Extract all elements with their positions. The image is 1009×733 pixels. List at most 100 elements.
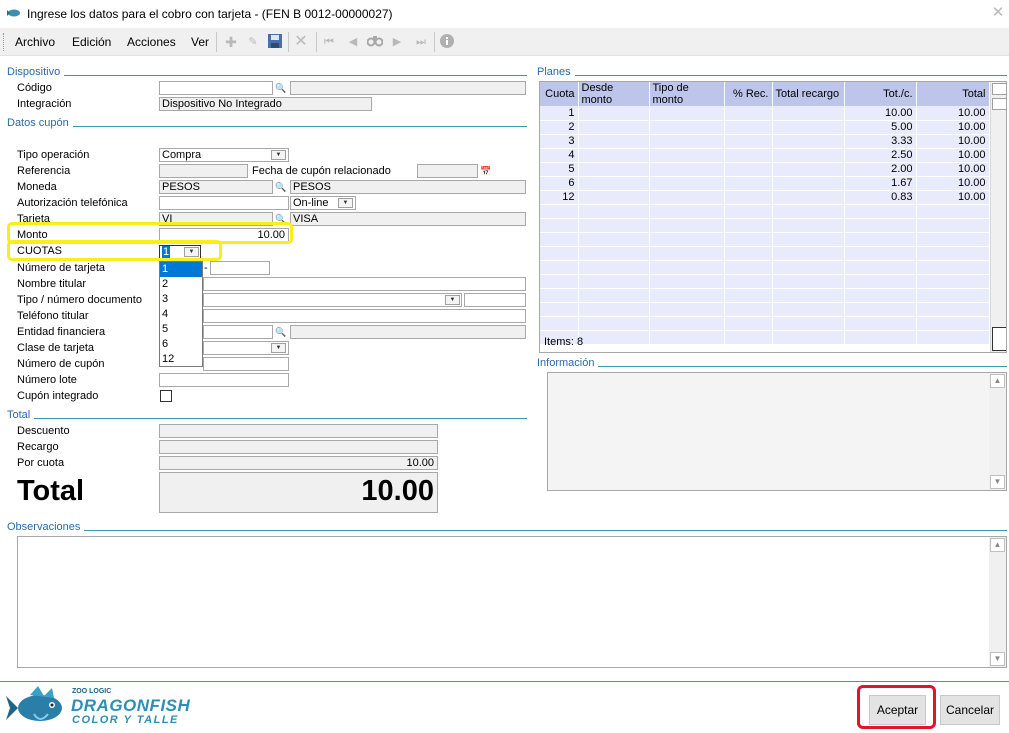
cuotas-option[interactable]: 1	[160, 262, 202, 277]
planes-grid[interactable]: Cuota Desde monto Tipo de monto % Rec. T…	[539, 81, 1007, 353]
table-row[interactable]	[540, 218, 990, 233]
cuotas-dropdown-list[interactable]: 1 2 3 4 5 6 12	[159, 261, 203, 367]
table-row[interactable]: 4 2.50 10.00	[540, 148, 990, 163]
col-porcentaje-recargo[interactable]: % Rec.	[724, 82, 773, 106]
table-cell	[578, 134, 650, 149]
numero-tarjeta-suffix-input[interactable]	[210, 261, 270, 275]
table-row[interactable]	[540, 302, 990, 317]
search-binoculars-icon[interactable]	[366, 33, 384, 51]
clase-tarjeta-dropdown-icon[interactable]: ▼	[271, 343, 286, 353]
table-row[interactable]	[540, 288, 990, 303]
next-record-icon[interactable]: ▶	[388, 33, 406, 51]
table-row[interactable]	[540, 330, 990, 345]
table-row[interactable]	[540, 246, 990, 261]
table-row[interactable]: 3 3.33 10.00	[540, 134, 990, 149]
section-planes: Planes	[537, 66, 1007, 80]
table-cell	[724, 134, 773, 149]
table-row[interactable]: 2 5.00 10.00	[540, 120, 990, 135]
table-row[interactable]	[540, 232, 990, 247]
col-cuota[interactable]: Cuota	[540, 82, 579, 106]
moneda-input[interactable]: PESOS	[159, 180, 273, 194]
table-row[interactable]	[540, 204, 990, 219]
info-icon[interactable]	[438, 33, 456, 51]
informacion-scrollbar[interactable]: ▲ ▼	[989, 373, 1006, 490]
table-row[interactable]: 6 1.67 10.00	[540, 176, 990, 191]
codigo-input[interactable]	[159, 81, 273, 95]
cuotas-option[interactable]: 6	[160, 337, 202, 352]
table-row[interactable]	[540, 274, 990, 289]
calendar-icon[interactable]: 📅	[479, 164, 493, 178]
referencia-input[interactable]	[159, 164, 248, 178]
col-total[interactable]: Total	[916, 82, 990, 106]
delete-icon[interactable]: ✕	[292, 33, 310, 51]
cancelar-button[interactable]: Cancelar	[940, 695, 1000, 725]
table-cell	[916, 218, 990, 233]
cupon-integrado-checkbox[interactable]	[160, 390, 172, 402]
tipo-operacion-dropdown-icon[interactable]: ▼	[271, 150, 286, 160]
autorizacion-dropdown-icon[interactable]: ▼	[338, 198, 353, 208]
scroll-up-icon[interactable]: ▲	[990, 538, 1005, 552]
tipo-operacion-select[interactable]: Compra	[159, 148, 289, 162]
numero-cupon-input[interactable]	[203, 357, 289, 371]
informacion-textarea[interactable]: ▲ ▼	[547, 372, 1007, 491]
first-record-icon[interactable]: ⏮	[320, 33, 338, 51]
col-tipo-monto[interactable]: Tipo de monto	[649, 82, 725, 106]
cuotas-option[interactable]: 3	[160, 292, 202, 307]
telefono-input[interactable]	[203, 309, 526, 323]
entidad-search-icon[interactable]: 🔍	[274, 325, 288, 339]
codigo-search-icon[interactable]: 🔍	[274, 81, 288, 95]
table-cell	[844, 316, 917, 331]
table-cell	[578, 260, 650, 275]
menu-acciones[interactable]: Acciones	[127, 35, 176, 49]
numero-tarjeta-label: Número de tarjeta	[17, 262, 106, 274]
planes-scroll-thumb[interactable]	[992, 327, 1006, 351]
observaciones-scrollbar[interactable]: ▲ ▼	[989, 537, 1006, 667]
previous-record-icon[interactable]: ◀	[344, 33, 362, 51]
table-cell: 0.83	[844, 190, 917, 205]
menu-edicion[interactable]: Edición	[72, 35, 111, 49]
planes-scroll-up[interactable]	[992, 83, 1006, 95]
numero-documento-input[interactable]	[464, 293, 526, 307]
entidad-input[interactable]	[203, 325, 273, 339]
planes-body: 1 10.00 10.00 2 5.00 10.00 3 3.33 10.00 4 2.50 10.0…	[540, 106, 990, 345]
col-total-por-cuota[interactable]: Tot./c.	[844, 82, 917, 106]
add-icon[interactable]: ✚	[222, 33, 240, 51]
scroll-down-icon[interactable]: ▼	[990, 652, 1005, 666]
cuotas-option[interactable]: 12	[160, 352, 202, 367]
moneda-search-icon[interactable]: 🔍	[274, 180, 288, 194]
close-window-icon[interactable]: ✕	[990, 4, 1006, 22]
planes-scroll-button[interactable]	[992, 98, 1006, 110]
table-cell	[844, 218, 917, 233]
fecha-cupon-input[interactable]	[417, 164, 478, 178]
last-record-icon[interactable]: ⏭	[412, 33, 430, 51]
cuotas-option[interactable]: 4	[160, 307, 202, 322]
save-icon[interactable]	[266, 33, 284, 51]
planes-header-row: Cuota Desde monto Tipo de monto % Rec. T…	[540, 82, 990, 106]
cuotas-option[interactable]: 2	[160, 277, 202, 292]
autorizacion-input[interactable]	[159, 196, 289, 210]
footer-divider	[0, 681, 1009, 682]
nombre-titular-input[interactable]	[203, 277, 526, 291]
planes-scrollbar[interactable]	[990, 82, 1006, 352]
col-total-recargo[interactable]: Total recargo	[772, 82, 845, 106]
table-row[interactable]: 12 0.83 10.00	[540, 190, 990, 205]
tipo-documento-dropdown-icon[interactable]: ▼	[445, 295, 460, 305]
menu-ver[interactable]: Ver	[191, 35, 209, 49]
scroll-up-icon[interactable]: ▲	[990, 374, 1005, 388]
scroll-down-icon[interactable]: ▼	[990, 475, 1005, 489]
observaciones-textarea[interactable]: ▲ ▼	[17, 536, 1007, 668]
table-cell	[540, 274, 579, 289]
table-row[interactable]	[540, 260, 990, 275]
tipo-documento-select[interactable]	[203, 293, 462, 307]
table-cell	[772, 316, 845, 331]
table-cell	[578, 274, 650, 289]
edit-pencil-icon[interactable]: ✎	[244, 33, 262, 51]
table-row[interactable]	[540, 316, 990, 331]
col-desde-monto[interactable]: Desde monto	[578, 82, 650, 106]
cuotas-option[interactable]: 5	[160, 322, 202, 337]
numero-lote-input[interactable]	[159, 373, 289, 387]
menu-archivo[interactable]: Archivo	[15, 35, 55, 49]
table-row[interactable]: 5 2.00 10.00	[540, 162, 990, 177]
table-cell	[724, 106, 773, 121]
table-row[interactable]: 1 10.00 10.00	[540, 106, 990, 121]
